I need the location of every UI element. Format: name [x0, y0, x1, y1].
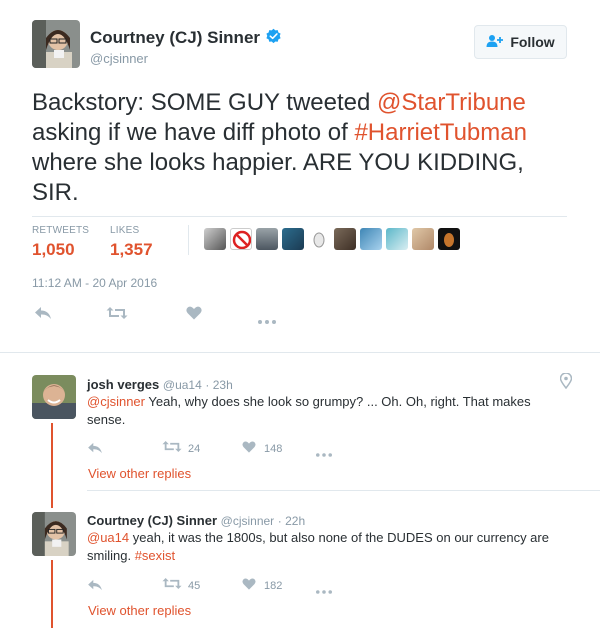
like-action[interactable]: 182	[242, 577, 282, 595]
tweet-text-part: Backstory: SOME GUY tweeted	[32, 89, 378, 116]
retweet-icon[interactable]	[162, 440, 182, 458]
view-other-replies-link[interactable]: View other replies	[88, 603, 191, 618]
reply-avatar[interactable]	[32, 375, 76, 419]
reply-header: Courtney (CJ) Sinner @cjsinner · 22h	[87, 513, 305, 528]
likes-stat[interactable]: LIKES 1,357	[110, 225, 153, 260]
mention-link[interactable]: @StarTribune	[377, 89, 526, 116]
like-count: 182	[264, 580, 283, 592]
reply-avatar[interactable]	[32, 512, 76, 556]
section-divider	[0, 352, 600, 353]
reply-text: @ua14 yeah, it was the 1800s, but also n…	[87, 529, 567, 565]
reply-time[interactable]: · 22h	[278, 514, 305, 528]
reply-author-name[interactable]: Courtney (CJ) Sinner	[87, 513, 217, 528]
like-icon[interactable]	[242, 577, 256, 595]
reply-header: josh verges @ua14 · 23h	[87, 377, 233, 392]
view-other-replies-link[interactable]: View other replies	[88, 466, 191, 481]
reply-icon[interactable]	[87, 578, 103, 596]
reply-author-handle[interactable]: @cjsinner	[221, 514, 275, 528]
author-name-text[interactable]: Courtney (CJ) Sinner	[90, 28, 260, 47]
thread-line	[51, 560, 53, 628]
reply-text: @cjsinner Yeah, why does she look so gru…	[87, 393, 557, 429]
liker-avatar[interactable]	[360, 228, 382, 250]
liker-avatar[interactable]	[230, 228, 252, 250]
liker-avatar[interactable]	[204, 228, 226, 250]
location-pin-icon	[559, 372, 573, 394]
author-handle[interactable]: @cjsinner	[90, 51, 148, 66]
thread-line	[51, 423, 53, 508]
like-icon[interactable]	[186, 306, 202, 325]
likes-label: LIKES	[110, 225, 140, 236]
retweet-count: 24	[188, 443, 201, 455]
more-icon[interactable]	[258, 311, 276, 329]
follow-label: Follow	[510, 34, 555, 50]
follow-person-icon	[486, 34, 504, 51]
retweet-icon[interactable]	[162, 577, 182, 595]
mention-link[interactable]: @ua14	[87, 530, 129, 545]
tweet-text: Backstory: SOME GUY tweeted @StarTribune…	[32, 88, 572, 208]
retweets-label: RETWEETS	[32, 225, 90, 236]
like-action[interactable]: 148	[242, 440, 282, 458]
reply-icon[interactable]	[87, 441, 103, 459]
liker-avatar[interactable]	[386, 228, 408, 250]
likers-avatars	[204, 228, 460, 250]
liker-avatar[interactable]	[308, 228, 330, 250]
likes-count: 1,357	[110, 240, 153, 259]
retweets-count: 1,050	[32, 240, 75, 259]
like-icon[interactable]	[242, 440, 256, 458]
more-icon[interactable]	[316, 444, 332, 462]
retweet-icon[interactable]	[106, 306, 128, 325]
retweet-action[interactable]: 45	[162, 577, 200, 595]
retweet-action[interactable]: 24	[162, 440, 200, 458]
more-icon[interactable]	[316, 581, 332, 599]
author-avatar[interactable]	[32, 20, 80, 68]
tweet-text-part: where she looks happier. ARE YOU KIDDING…	[32, 149, 524, 206]
like-count: 148	[264, 443, 283, 455]
liker-avatar[interactable]	[438, 228, 460, 250]
liker-avatar[interactable]	[282, 228, 304, 250]
reply-author-name[interactable]: josh verges	[87, 377, 159, 392]
divider	[32, 216, 567, 217]
liker-avatar[interactable]	[412, 228, 434, 250]
author-name[interactable]: Courtney (CJ) Sinner	[90, 28, 282, 50]
hashtag-link[interactable]: #HarrietTubman	[354, 119, 527, 146]
verified-badge-icon	[265, 28, 282, 50]
tweet-timestamp[interactable]: 11:12 AM - 20 Apr 2016	[32, 276, 157, 290]
liker-avatar[interactable]	[256, 228, 278, 250]
reply-text-body: Yeah, why does she look so grumpy? ... O…	[87, 394, 531, 427]
follow-button[interactable]: Follow	[474, 25, 567, 59]
retweet-count: 45	[188, 580, 201, 592]
reply-time[interactable]: · 23h	[205, 378, 232, 392]
liker-avatar[interactable]	[334, 228, 356, 250]
reply-author-handle[interactable]: @ua14	[163, 378, 202, 392]
stat-separator	[188, 225, 189, 255]
divider	[87, 490, 600, 491]
tweet-text-part: asking if we have diff photo of	[32, 119, 355, 146]
hashtag-link[interactable]: #sexist	[135, 548, 175, 563]
reply-icon[interactable]	[34, 306, 52, 325]
retweets-stat[interactable]: RETWEETS 1,050	[32, 225, 89, 260]
mention-link[interactable]: @cjsinner	[87, 394, 145, 409]
